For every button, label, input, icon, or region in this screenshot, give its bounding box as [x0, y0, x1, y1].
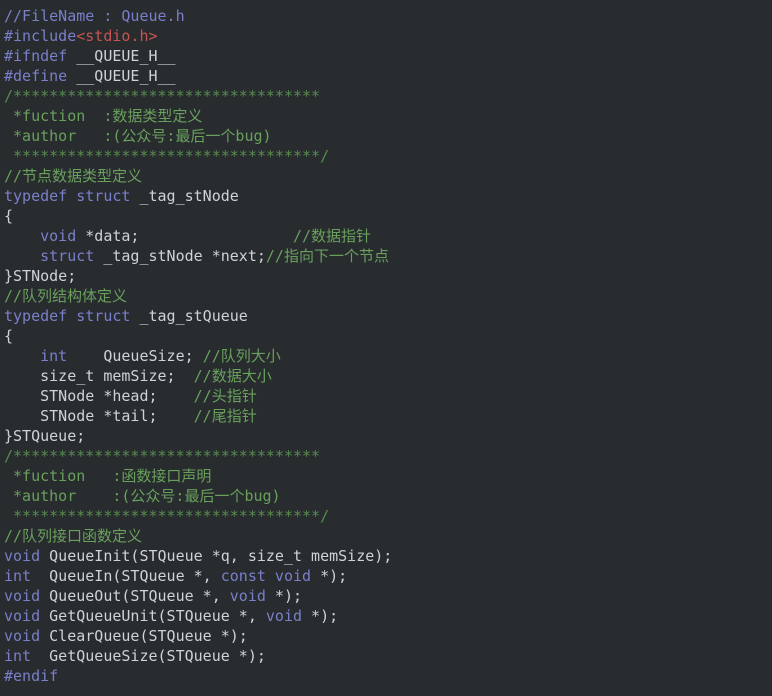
code-token: STNode *head; — [4, 387, 194, 405]
code-token: /********************************** — [4, 87, 321, 105]
code-line: void *data; //数据指针 — [4, 226, 772, 246]
code-token: QueueIn(STQueue *, — [31, 567, 221, 585]
code-line: size_t memSize; //数据大小 — [4, 366, 772, 386]
code-line: /********************************** — [4, 446, 772, 466]
code-token: *fuction :函数接口声明 — [4, 467, 212, 485]
code-line: void QueueInit(STQueue *q, size_t memSiz… — [4, 546, 772, 566]
code-token: //尾指针 — [193, 407, 257, 425]
code-token: }STQueue; — [4, 427, 86, 445]
code-line: **********************************/ — [4, 506, 772, 526]
code-token: //数据指针 — [293, 227, 372, 245]
code-token: void — [265, 607, 303, 625]
code-line: { — [4, 326, 772, 346]
code-line: #ifndef __QUEUE_H__ — [4, 46, 772, 66]
code-token: _tag_stNode *next; — [94, 247, 266, 265]
code-line: void GetQueueUnit(STQueue *, void *); — [4, 606, 772, 626]
code-token: QueueOut(STQueue *, — [40, 587, 230, 605]
code-token: GetQueueUnit(STQueue *, — [40, 607, 266, 625]
code-token: __QUEUE_H__ — [67, 47, 176, 65]
code-line: //节点数据类型定义 — [4, 166, 772, 186]
code-line: void QueueOut(STQueue *, void *); — [4, 586, 772, 606]
code-line: }STNode; — [4, 266, 772, 286]
code-token: ClearQueue(STQueue *); — [40, 627, 248, 645]
code-line: //队列结构体定义 — [4, 286, 772, 306]
code-token: //队列大小 — [202, 347, 281, 365]
code-line: void ClearQueue(STQueue *); — [4, 626, 772, 646]
code-line: #include<stdio.h> — [4, 26, 772, 46]
code-token: **********************************/ — [4, 507, 330, 525]
code-token: void — [4, 587, 41, 605]
code-token: GetQueueSize(STQueue *); — [31, 647, 266, 665]
code-token: int — [4, 567, 32, 585]
code-token: *data; — [76, 227, 293, 245]
code-token: <stdio.h> — [76, 27, 158, 45]
code-token: #include — [4, 27, 77, 45]
code-line: typedef struct _tag_stQueue — [4, 306, 772, 326]
code-token: QueueSize; — [67, 347, 203, 365]
code-line: *fuction :函数接口声明 — [4, 466, 772, 486]
code-line: struct _tag_stNode *next;//指向下一个节点 — [4, 246, 772, 266]
code-token: int — [40, 347, 68, 365]
code-token: //节点数据类型定义 — [4, 167, 143, 185]
code-token: _tag_stQueue — [130, 307, 248, 325]
code-token: //队列接口函数定义 — [4, 527, 143, 545]
code-line: #endif — [4, 666, 772, 686]
code-line: int QueueSize; //队列大小 — [4, 346, 772, 366]
code-token: *); — [311, 567, 348, 585]
code-token: //指向下一个节点 — [265, 247, 389, 265]
code-line: *author :(公众号:最后一个bug) — [4, 126, 772, 146]
code-token: //头指针 — [193, 387, 257, 405]
code-line: #define __QUEUE_H__ — [4, 66, 772, 86]
code-line: STNode *head; //头指针 — [4, 386, 772, 406]
code-token: //队列结构体定义 — [4, 287, 128, 305]
code-token: #ifndef — [4, 47, 68, 65]
code-token: *); — [265, 587, 303, 605]
code-token: typedef struct — [4, 187, 131, 205]
code-token: _tag_stNode — [130, 187, 239, 205]
code-token: #define — [4, 67, 68, 85]
code-token: /********************************** — [4, 447, 321, 465]
code-token: size_t memSize; — [4, 367, 194, 385]
code-token: //数据大小 — [193, 367, 272, 385]
code-line: *author :(公众号:最后一个bug) — [4, 486, 772, 506]
code-editor-pane[interactable]: //FileName : Queue.h #include<stdio.h> #if… — [0, 0, 772, 696]
code-line: //队列接口函数定义 — [4, 526, 772, 546]
code-token: QueueInit(STQueue *q, size_t memSize); — [40, 547, 393, 565]
code-token: *); — [302, 607, 339, 625]
code-token: *author :(公众号:最后一个bug) — [4, 127, 272, 145]
code-token: { — [4, 327, 14, 345]
code-line: STNode *tail; //尾指针 — [4, 406, 772, 426]
code-token: **********************************/ — [4, 147, 330, 165]
code-line: typedef struct _tag_stNode — [4, 186, 772, 206]
code-line: int QueueIn(STQueue *, const void *); — [4, 566, 772, 586]
code-token: struct — [40, 247, 95, 265]
code-token: *author :(公众号:最后一个bug) — [4, 487, 281, 505]
code-token: void — [40, 227, 77, 245]
code-line: int GetQueueSize(STQueue *); — [4, 646, 772, 666]
code-line: { — [4, 206, 772, 226]
code-line: }STQueue; — [4, 426, 772, 446]
code-line: **********************************/ — [4, 146, 772, 166]
code-token: STNode *tail; — [4, 407, 194, 425]
code-token: __QUEUE_H__ — [67, 67, 176, 85]
code-token: //FileName : Queue.h — [4, 7, 185, 25]
code-line: *fuction :数据类型定义 — [4, 106, 772, 126]
code-line: /********************************** — [4, 86, 772, 106]
code-token: int — [4, 647, 32, 665]
code-token: const void — [220, 567, 312, 585]
code-token: #endif — [4, 667, 59, 685]
code-token: void — [4, 627, 41, 645]
code-token: void — [229, 587, 266, 605]
code-line: //FileName : Queue.h — [4, 6, 772, 26]
code-token: { — [4, 207, 14, 225]
code-token: void — [4, 547, 41, 565]
code-token: *fuction :数据类型定义 — [4, 107, 203, 125]
code-token: typedef struct — [4, 307, 131, 325]
code-token: }STNode; — [4, 267, 77, 285]
code-token: void — [4, 607, 41, 625]
